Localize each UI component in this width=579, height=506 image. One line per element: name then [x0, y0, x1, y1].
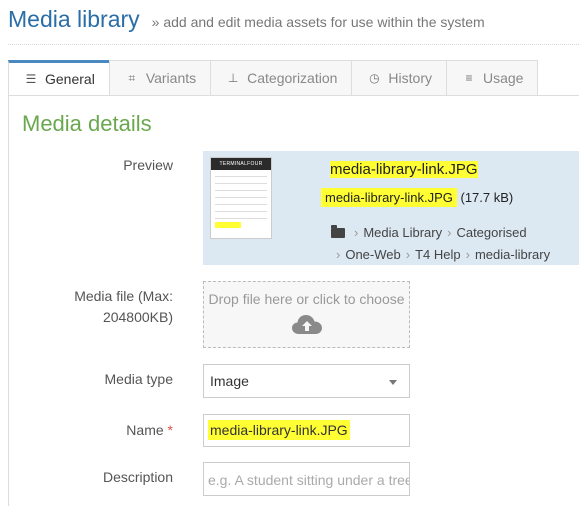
breadcrumb-separator: › — [354, 225, 359, 240]
breadcrumb-item[interactable]: Media Library — [363, 225, 442, 240]
thumbnail-line — [215, 218, 267, 219]
thumbnail-line — [215, 176, 267, 177]
page-subtitle: » add and edit media assets for use with… — [151, 14, 485, 30]
media-type-select[interactable]: Image — [203, 364, 410, 398]
thumbnail-brand: TERMINALFOUR — [211, 158, 271, 170]
sitemap-icon: ⊥ — [227, 71, 239, 85]
description-placeholder: e.g. A student sitting under a tree — [208, 472, 410, 488]
media-file-label: Media file (Max: 204800KB) — [74, 288, 173, 325]
panel-border — [8, 95, 9, 506]
thumbnail-line — [215, 197, 267, 198]
sliders-icon: ☰ — [25, 72, 37, 86]
tab-label: General — [45, 71, 95, 87]
breadcrumb: › Media Library › Categorised › One-Web › T4 He… — [331, 222, 579, 266]
dropzone-text: Drop file here or click to choose — [208, 291, 405, 307]
tab-usage[interactable]: ≡ Usage — [445, 60, 539, 96]
tab-bar: ☰ General ⌗ Variants ⊥ Categorization ◷ … — [8, 60, 579, 96]
chevron-down-icon — [389, 380, 397, 385]
thumbnail-line — [215, 204, 267, 205]
name-label-text: Name — [126, 422, 164, 438]
thumbnail-line — [215, 190, 267, 191]
tab-label: Usage — [482, 70, 524, 86]
section-title: Media details — [22, 111, 152, 136]
breadcrumb-item[interactable]: Categorised — [456, 225, 526, 240]
name-input[interactable]: media-library-link.JPG — [203, 414, 410, 447]
breadcrumb-item[interactable]: media-library — [475, 247, 550, 262]
breadcrumb-separator: › — [336, 247, 341, 262]
folder-open-icon — [331, 225, 345, 238]
list-icon: ≡ — [465, 71, 473, 85]
thumbnail-line — [215, 211, 267, 212]
required-marker: * — [167, 422, 173, 438]
crop-icon: ⌗ — [128, 70, 136, 85]
media-type-value: Image — [210, 373, 249, 389]
header-divider — [8, 44, 579, 45]
tab-label: Variants — [145, 70, 197, 86]
thumbnail-highlight — [215, 222, 241, 228]
preview-panel: TERMINALFOUR media-library-link.JPG medi… — [203, 151, 579, 265]
name-label: Name * — [60, 420, 173, 441]
cloud-upload-icon — [291, 315, 322, 334]
preview-thumbnail[interactable]: TERMINALFOUR — [210, 157, 272, 239]
breadcrumb-separator: › — [405, 247, 411, 262]
media-file-dropzone[interactable]: Drop file here or click to choose — [203, 281, 410, 348]
clock-icon: ◷ — [369, 71, 380, 85]
page-title: Media library — [8, 6, 140, 32]
breadcrumb-separator: › — [465, 247, 470, 262]
preview-file-info: media-library-link.JPG (17.7 kB) — [321, 188, 514, 207]
media-type-label: Media type — [104, 371, 173, 387]
breadcrumb-separator: › — [447, 225, 452, 240]
tab-label: Categorization — [247, 70, 338, 86]
tab-categorization[interactable]: ⊥ Categorization — [210, 60, 352, 96]
preview-file-link[interactable]: media-library-link.JPG — [321, 188, 457, 207]
preview-label: Preview — [123, 157, 173, 173]
breadcrumb-item[interactable]: T4 Help — [415, 247, 461, 262]
description-label: Description — [102, 469, 173, 485]
name-input-value: media-library-link.JPG — [208, 420, 350, 440]
breadcrumb-item[interactable]: One-Web — [345, 247, 400, 262]
tabs-divider — [8, 95, 579, 96]
page-header: Media library » add and edit media asset… — [8, 6, 485, 36]
description-input[interactable]: e.g. A student sitting under a tree — [203, 462, 410, 496]
thumbnail-line — [215, 183, 267, 184]
preview-filename: media-library-link.JPG — [328, 159, 480, 180]
tab-label: History — [388, 70, 432, 86]
tab-variants[interactable]: ⌗ Variants — [108, 60, 211, 96]
tab-history[interactable]: ◷ History — [351, 60, 446, 96]
preview-file-size: (17.7 kB) — [460, 190, 514, 205]
tab-general[interactable]: ☰ General — [8, 60, 109, 96]
preview-filename-text: media-library-link.JPG — [330, 161, 478, 178]
